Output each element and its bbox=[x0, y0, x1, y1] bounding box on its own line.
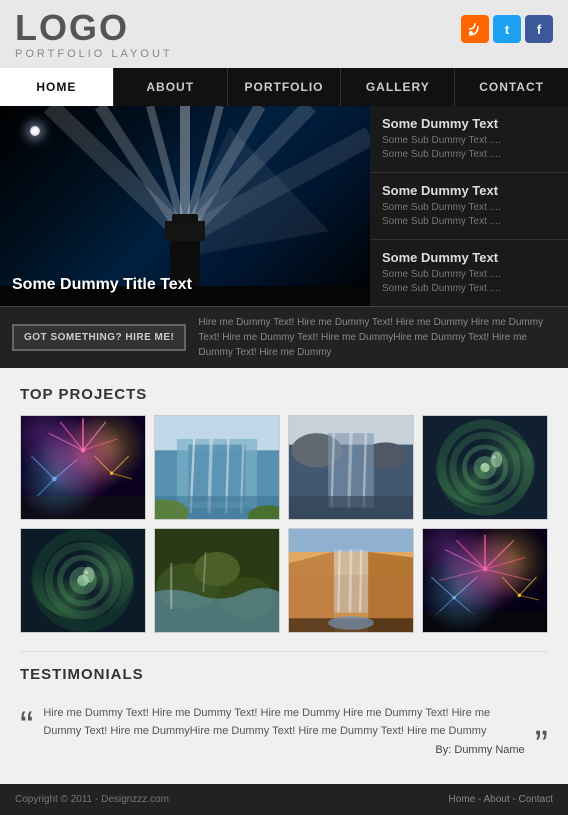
hero-panel-1-sub1: Some Sub Dummy Text .... bbox=[382, 134, 556, 148]
project-thumb-1[interactable] bbox=[20, 415, 146, 520]
logo-sub: PORTFOLIO LAYOUT bbox=[15, 48, 173, 60]
hero-panels: Some Dummy Text Some Sub Dummy Text ....… bbox=[370, 106, 568, 306]
rss-icon[interactable] bbox=[461, 15, 489, 43]
project-thumb-6[interactable] bbox=[154, 528, 280, 633]
hero-panel-1-sub2: Some Sub Dummy Text .... bbox=[382, 148, 556, 162]
nav-contact[interactable]: CONTACT bbox=[455, 68, 568, 106]
hero-panel-2-sub2: Some Sub Dummy Text .... bbox=[382, 215, 556, 229]
projects-grid bbox=[20, 415, 548, 633]
hero-panel-3-title: Some Dummy Text bbox=[382, 250, 556, 265]
cta-text: Hire me Dummy Text! Hire me Dummy Text! … bbox=[198, 315, 556, 360]
top-projects: TOP PROJECTS bbox=[20, 386, 548, 633]
hero-title: Some Dummy Title Text bbox=[12, 276, 192, 294]
twitter-icon[interactable]: t bbox=[493, 15, 521, 43]
project-thumb-3[interactable] bbox=[288, 415, 414, 520]
hero-panel-2[interactable]: Some Dummy Text Some Sub Dummy Text ....… bbox=[370, 173, 568, 240]
nav-home[interactable]: HOME bbox=[0, 68, 114, 106]
testimonial-content: “ Hire me Dummy Text! Hire me Dummy Text… bbox=[20, 695, 548, 766]
nav: HOME ABOUT PORTFOLIO GALLERY CONTACT bbox=[0, 68, 568, 106]
testimonial-body: Hire me Dummy Text! Hire me Dummy Text! … bbox=[43, 705, 524, 756]
logo-area: LOGO PORTFOLIO LAYOUT bbox=[15, 10, 173, 60]
logo-text: LOGO bbox=[15, 10, 173, 46]
nav-gallery[interactable]: GALLERY bbox=[341, 68, 455, 106]
project-thumb-2[interactable] bbox=[154, 415, 280, 520]
nav-portfolio[interactable]: PORTFOLIO bbox=[228, 68, 342, 106]
hero-image: Some Dummy Title Text bbox=[0, 106, 370, 306]
testimonials: TESTIMONIALS “ Hire me Dummy Text! Hire … bbox=[20, 651, 548, 766]
cta-bar: GOT SOMETHING? HIRE ME! Hire me Dummy Te… bbox=[0, 306, 568, 368]
project-thumb-4[interactable] bbox=[422, 415, 548, 520]
hero-panel-1[interactable]: Some Dummy Text Some Sub Dummy Text ....… bbox=[370, 106, 568, 173]
moon-decoration bbox=[30, 126, 40, 136]
projects-title: TOP PROJECTS bbox=[20, 386, 548, 403]
hero-panel-3-sub1: Some Sub Dummy Text .... bbox=[382, 268, 556, 282]
testimonials-title: TESTIMONIALS bbox=[20, 666, 548, 683]
project-thumb-5[interactable] bbox=[20, 528, 146, 633]
hero-panel-3[interactable]: Some Dummy Text Some Sub Dummy Text ....… bbox=[370, 240, 568, 306]
facebook-icon[interactable]: f bbox=[525, 15, 553, 43]
header: LOGO PORTFOLIO LAYOUT t f bbox=[0, 0, 568, 68]
testimonial-author: By: Dummy Name bbox=[43, 744, 524, 756]
close-quote: ” bbox=[535, 729, 548, 761]
hero: Some Dummy Title Text Some Dummy Text So… bbox=[0, 106, 568, 306]
open-quote: “ bbox=[20, 710, 33, 742]
project-thumb-8[interactable] bbox=[422, 528, 548, 633]
hero-panel-3-sub2: Some Sub Dummy Text .... bbox=[382, 282, 556, 296]
main-content: TOP PROJECTS bbox=[0, 368, 568, 784]
hero-panel-1-title: Some Dummy Text bbox=[382, 116, 556, 131]
project-thumb-7[interactable] bbox=[288, 528, 414, 633]
nav-about[interactable]: ABOUT bbox=[114, 68, 228, 106]
hero-panel-2-title: Some Dummy Text bbox=[382, 183, 556, 198]
testimonial-text: Hire me Dummy Text! Hire me Dummy Text! … bbox=[43, 705, 524, 740]
hero-panel-2-sub1: Some Sub Dummy Text .... bbox=[382, 201, 556, 215]
social-icons: t f bbox=[461, 15, 553, 43]
hire-me-button[interactable]: GOT SOMETHING? HIRE ME! bbox=[12, 324, 186, 351]
